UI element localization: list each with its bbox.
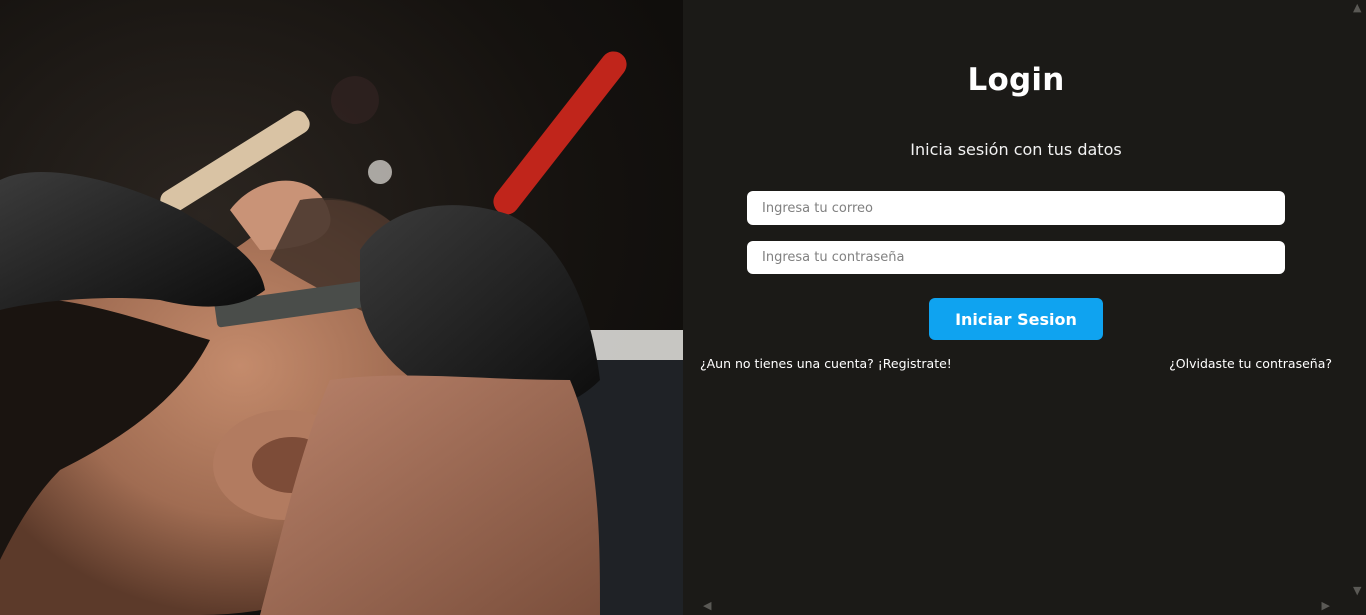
login-button[interactable]: Iniciar Sesion <box>929 298 1103 340</box>
chevron-right-icon[interactable]: ▶ <box>1322 600 1330 611</box>
login-panel: Login Inicia sesión con tus datos Inicia… <box>683 0 1366 615</box>
login-title: Login <box>967 62 1065 98</box>
login-subtitle: Inicia sesión con tus datos <box>910 140 1122 159</box>
login-page: Login Inicia sesión con tus datos Inicia… <box>0 0 1366 615</box>
barber-hero-image <box>0 0 683 615</box>
vertical-scrollbar[interactable]: ▲ ▼ <box>1349 0 1366 598</box>
chevron-left-icon[interactable]: ◀ <box>703 600 711 611</box>
horizontal-scrollbar[interactable]: ◀ ▶ <box>683 598 1366 615</box>
chevron-up-icon[interactable]: ▲ <box>1353 2 1361 13</box>
forgot-password-link[interactable]: ¿Olvidaste tu contraseña? <box>1169 356 1332 371</box>
email-input[interactable] <box>747 191 1285 225</box>
barber-illustration <box>0 51 683 615</box>
chevron-down-icon[interactable]: ▼ <box>1353 585 1361 596</box>
password-input[interactable] <box>747 241 1285 274</box>
register-link[interactable]: ¿Aun no tienes una cuenta? ¡Registrate! <box>700 356 952 371</box>
